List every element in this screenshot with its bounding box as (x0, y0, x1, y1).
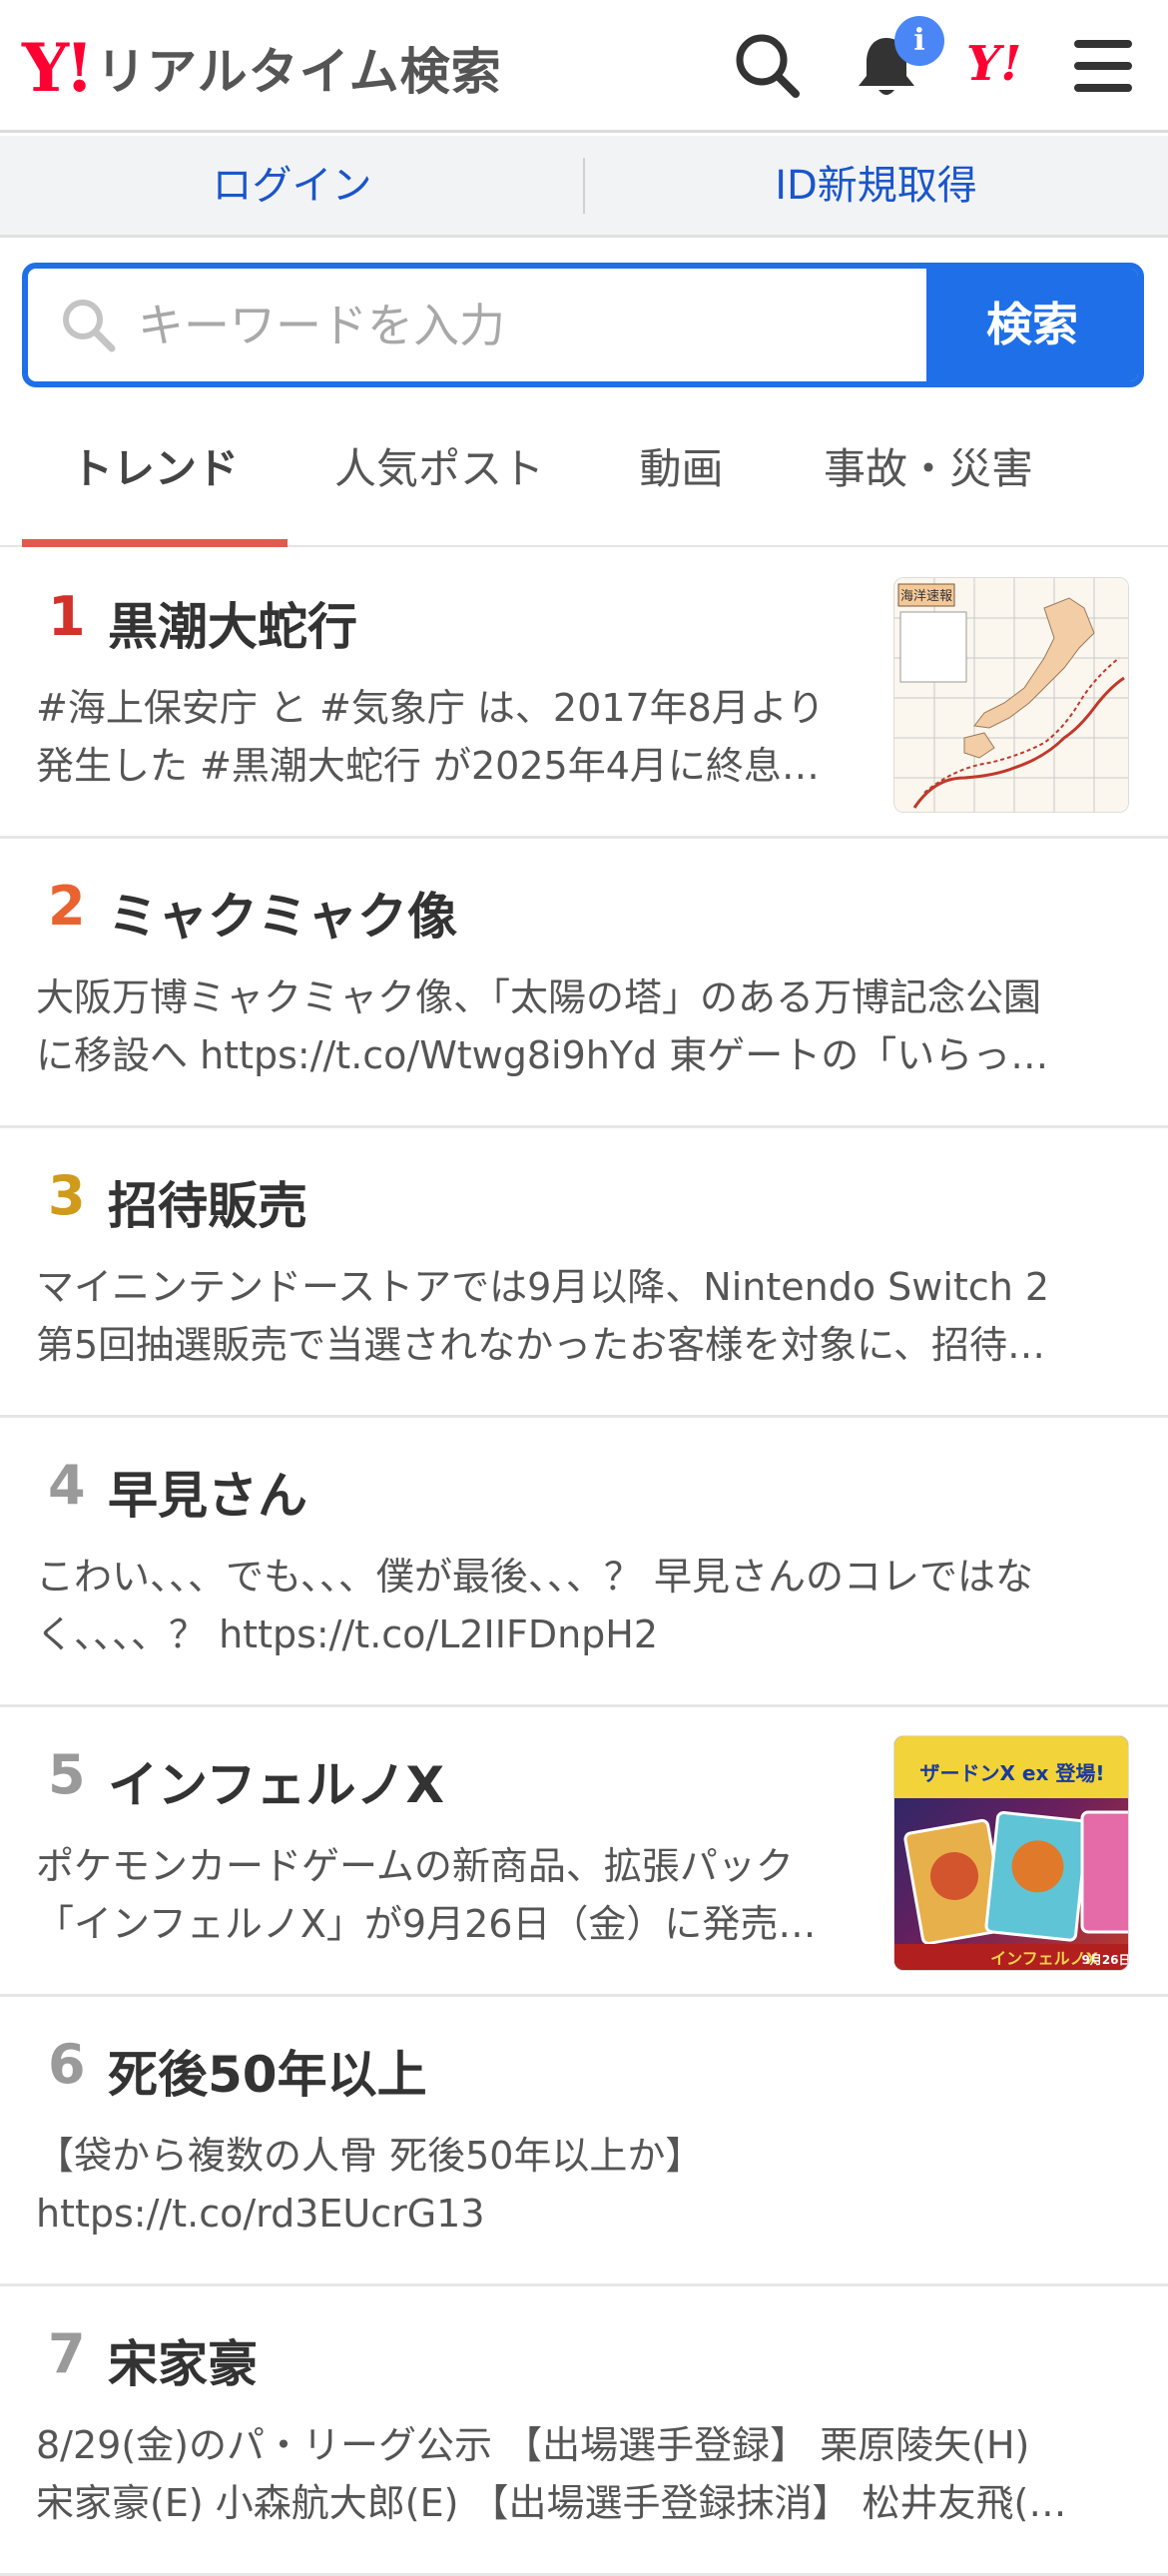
trend-description: ポケモンカードゲームの新商品、拡張パック 「インフェルノX」が9月26日（金）に… (36, 1837, 855, 1953)
trend-thumbnail-ocean-map[interactable]: 海洋速報 (893, 577, 1129, 813)
trend-description-line: #海上保安庁 と #気象庁 は、2017年8月より (36, 686, 826, 730)
trend-description-line: く、、、、？ https://t.co/L2IIFDnpH2 (36, 1612, 659, 1656)
trend-description: マイニンテンドーストアでは9月以降、Nintendo Switch 2 第5回抽… (36, 1258, 1134, 1374)
search-icon[interactable] (732, 30, 804, 102)
tab-trend[interactable]: トレンド (22, 399, 288, 547)
hamburger-menu-icon[interactable] (1068, 30, 1140, 102)
trend-item-4[interactable]: 4 早見さん こわい、、、でも、、、僕が最後、、、？ 早見さんのコレではな く、… (0, 1418, 1168, 1707)
trend-title: インフェルノX (108, 1756, 445, 1814)
trend-description: #海上保安庁 と #気象庁 は、2017年8月より 発生した #黒潮大蛇行 が2… (36, 679, 855, 795)
trend-item-5[interactable]: 5 インフェルノX ポケモンカードゲームの新商品、拡張パック 「インフェルノX」… (0, 1707, 1168, 1997)
trend-description-line: に移設へ https://t.co/Wtwg8i9hYd 東ゲートの「いらっ… (36, 1033, 1049, 1077)
trend-description: 大阪万博ミャクミャク像、「太陽の塔」のある万博記念公園 に移設へ https:/… (36, 968, 1134, 1084)
trend-description-line: 発生した #黒潮大蛇行 が2025年4月に終息… (36, 744, 820, 788)
yahoo-japan-icon[interactable]: Y! (966, 36, 1021, 92)
search-input[interactable] (138, 269, 936, 381)
trend-rank: 3 (48, 1164, 86, 1227)
yahoo-realtime-logo[interactable]: Y! リアルタイム検索 (22, 28, 502, 108)
trend-rank: 7 (48, 2322, 86, 2385)
card-date-text: 9月26日 (1081, 1953, 1129, 1967)
search-icon (63, 300, 116, 352)
trend-rank: 6 (48, 2033, 86, 2096)
trend-rank: 5 (48, 1743, 86, 1806)
trend-item-2[interactable]: 2 ミャクミャク像 大阪万博ミャクミャク像、「太陽の塔」のある万博記念公園 に移… (0, 839, 1168, 1128)
card-banner-text: ザードンX ex 登場! (920, 1761, 1105, 1785)
trend-item-3[interactable]: 3 招待販売 マイニンテンドーストアでは9月以降、Nintendo Switch… (0, 1128, 1168, 1418)
trend-title: ミャクミャク像 (108, 888, 457, 946)
app-header: Y! リアルタイム検索 i Y! (0, 0, 1168, 133)
trend-description-line: 大阪万博ミャクミャク像、「太陽の塔」のある万博記念公園 (36, 975, 1042, 1019)
trend-rank: 4 (48, 1454, 86, 1517)
trend-title: 早見さん (108, 1467, 307, 1525)
trend-description: こわい、、、でも、、、僕が最後、、、？ 早見さんのコレではな く、、、、？ ht… (36, 1548, 1134, 1663)
trend-description: 8/29(金)のパ・リーグ公示 【出場選手登録】 栗原陵矢(H) 宋家豪(E) … (36, 2416, 1134, 2532)
trend-description-line: こわい、、、でも、、、僕が最後、、、？ 早見さんのコレではな (36, 1555, 1033, 1599)
trend-title: 招待販売 (108, 1177, 307, 1235)
notification-badge: i (894, 16, 944, 66)
search-button[interactable]: 検索 (926, 269, 1138, 381)
trend-description-line: https://t.co/rd3EUcrG13 (36, 2192, 485, 2236)
yahoo-logo-mark: Y! (22, 29, 94, 107)
signup-link[interactable]: ID新規取得 (584, 136, 1168, 236)
trend-title: 死後50年以上 (108, 2046, 427, 2104)
trend-item-7[interactable]: 7 宋家豪 8/29(金)のパ・リーグ公示 【出場選手登録】 栗原陵矢(H) 宋… (0, 2286, 1168, 2576)
trend-description-line: 【袋から複数の人骨 死後50年以上か】 (36, 2134, 704, 2178)
login-link[interactable]: ログイン (0, 136, 584, 236)
search-bar: 検索 (22, 263, 1144, 387)
map-title: 海洋速報 (900, 589, 952, 604)
ocean-current-map-image: 海洋速報 (894, 578, 1128, 812)
tab-popular-posts[interactable]: 人気ポスト (309, 399, 569, 547)
trend-rank: 1 (48, 585, 86, 648)
trend-description-line: 「インフェルノX」が9月26日（金）に発売… (36, 1902, 817, 1946)
trend-description: 【袋から複数の人骨 死後50年以上か】 https://t.co/rd3EUcr… (36, 2127, 1134, 2243)
tab-videos[interactable]: 動画 (599, 399, 764, 547)
trend-title: 黒潮大蛇行 (108, 598, 357, 656)
trend-thumbnail-pokemon-card[interactable]: ザードンX ex 登場! インフェルノX 9月26日 (893, 1735, 1129, 1971)
trend-rank: 2 (48, 875, 86, 938)
trend-item-1[interactable]: 1 黒潮大蛇行 #海上保安庁 と #気象庁 は、2017年8月より 発生した #… (0, 549, 1168, 839)
trend-description-line: 第5回抽選販売で当選されなかったお客様を対象に、招待… (36, 1323, 1046, 1367)
trend-description-line: ポケモンカードゲームの新商品、拡張パック (36, 1844, 794, 1888)
trend-item-6[interactable]: 6 死後50年以上 【袋から複数の人骨 死後50年以上か】 https://t.… (0, 1997, 1168, 2286)
trend-description-line: マイニンテンドーストアでは9月以降、Nintendo Switch 2 (36, 1265, 1050, 1309)
tab-bar: トレンド 人気ポスト 動画 事故・災害 (0, 399, 1168, 547)
trend-description-line: 宋家豪(E) 小森航大郎(E) 【出場選手登録抹消】 松井友飛(… (36, 2481, 1067, 2525)
tab-accidents-disasters[interactable]: 事故・災害 (789, 399, 1068, 547)
pokemon-card-image: ザードンX ex 登場! インフェルノX 9月26日 (894, 1736, 1129, 1970)
account-bar: ログイン ID新規取得 (0, 136, 1168, 238)
trend-title: 宋家豪 (108, 2335, 258, 2393)
logo-text: リアルタイム検索 (96, 43, 502, 101)
trend-description-line: 8/29(金)のパ・リーグ公示 【出場選手登録】 栗原陵矢(H) (36, 2423, 1030, 2467)
